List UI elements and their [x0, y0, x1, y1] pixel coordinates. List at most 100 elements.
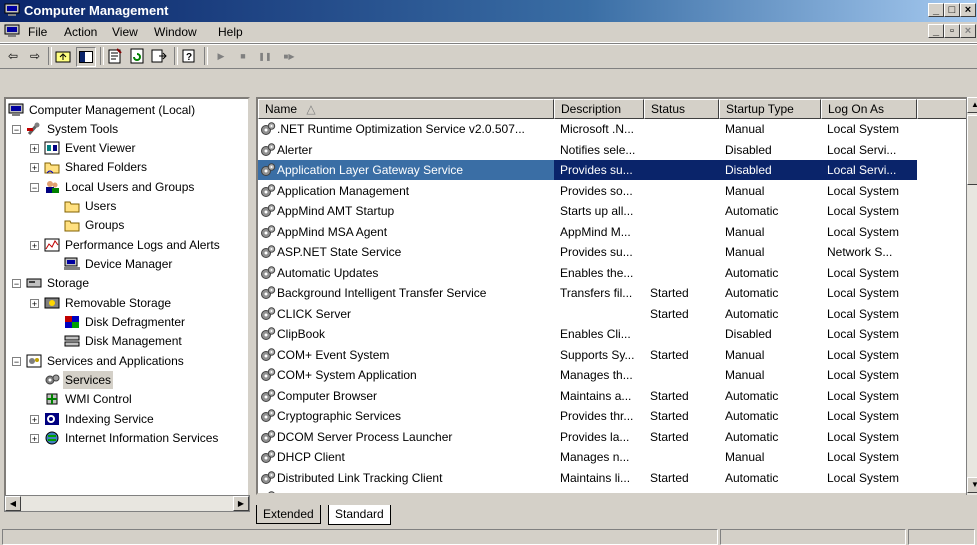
doc-close-button[interactable]: × — [960, 24, 976, 38]
column-header-startup-type[interactable]: Startup Type — [719, 99, 821, 119]
menu-action[interactable]: Action — [64, 25, 97, 39]
scroll-up-icon[interactable]: ▲ — [967, 97, 977, 113]
service-row[interactable]: ASP.NET State Service Provides su... Manua… — [258, 242, 938, 262]
list-vertical-scrollbar[interactable]: ▲ ▼ — [966, 97, 977, 495]
cell-logon: Local Servi... — [821, 160, 917, 180]
service-row[interactable]: DHCP Client Manages n... Manual Local Syste… — [258, 447, 938, 467]
back-button[interactable]: ⇦ — [4, 47, 22, 65]
document-system-icon[interactable] — [4, 24, 20, 38]
column-header-log-on-as[interactable]: Log On As — [821, 99, 917, 119]
cell-desc: Maintains li... — [560, 470, 631, 485]
expand-icon[interactable]: + — [30, 415, 39, 425]
tree-item-storage[interactable]: Storage — [26, 274, 91, 292]
column-header-description[interactable]: Description — [554, 99, 644, 119]
expand-icon[interactable]: + — [30, 299, 39, 309]
services-list[interactable]: Name △ Description Status Startup Type L… — [256, 97, 974, 495]
forward-button[interactable]: ⇨ — [26, 47, 44, 65]
tree-item-iis[interactable]: Internet Information Services — [44, 429, 220, 447]
expand-icon[interactable]: + — [30, 241, 39, 251]
tree-item-shared-folders[interactable]: Shared Folders — [44, 158, 149, 176]
scroll-down-icon[interactable]: ▼ — [967, 477, 977, 493]
service-row[interactable]: COM+ Event System Supports Sy... Started Ma… — [258, 345, 938, 365]
tree-item-removable-storage[interactable]: Removable Storage — [44, 294, 173, 312]
service-row[interactable]: Application Management Provides so... Manu… — [258, 181, 938, 201]
tree-item-services[interactable]: Services — [44, 371, 114, 389]
doc-minimize-button[interactable]: _ — [928, 24, 944, 38]
scroll-left-icon[interactable]: ◀ — [5, 496, 21, 511]
service-row[interactable]: CLICK Server Started Automatic Local System — [258, 304, 938, 324]
up-one-level-button[interactable] — [54, 47, 72, 65]
collapse-icon[interactable]: − — [12, 279, 21, 289]
tree-item-users[interactable]: Users — [64, 197, 118, 215]
menu-help[interactable]: Help — [218, 25, 243, 39]
service-row[interactable]: Computer Browser Maintains a... Started Aut… — [258, 386, 938, 406]
service-row[interactable]: Automatic Updates Enables the... Automatic… — [258, 263, 938, 283]
service-row[interactable]: .NET Runtime Optimization Service v2.0.5… — [258, 119, 938, 139]
tree-item-disk-defragmenter[interactable]: Disk Defragmenter — [64, 313, 187, 331]
service-row[interactable]: Application Layer Gateway Service Provide… — [258, 160, 938, 180]
service-row[interactable]: AppMind AMT Startup Starts up all... Autom… — [258, 201, 938, 221]
collapse-icon[interactable]: − — [12, 125, 21, 135]
tree-item-local-users-groups[interactable]: Local Users and Groups — [44, 178, 196, 196]
service-gear-icon — [261, 388, 276, 402]
tree-item-device-manager[interactable]: Device Manager — [64, 255, 174, 273]
service-row[interactable]: Distributed Link Tracking Client Maintain… — [258, 468, 938, 488]
maximize-button[interactable]: □ — [944, 3, 960, 17]
expand-icon[interactable]: + — [30, 144, 39, 154]
export-list-button[interactable] — [150, 47, 168, 65]
console-tree[interactable]: Computer Management (Local) − System Too… — [4, 97, 250, 497]
tree-item-wmi-control[interactable]: WMI Control — [44, 390, 134, 408]
show-hide-tree-button[interactable] — [76, 47, 96, 67]
pause-service-button[interactable]: ❚❚ — [256, 47, 274, 65]
stop-service-button[interactable]: ■ — [234, 47, 252, 65]
expand-icon[interactable]: + — [30, 163, 39, 173]
service-row[interactable]: AppMind MSA Agent AppMind M... Manual Local… — [258, 222, 938, 242]
cell-status — [644, 324, 719, 344]
tree-horizontal-scrollbar[interactable]: ◀ ▶ — [4, 495, 250, 512]
menu-file[interactable]: File — [28, 25, 47, 39]
cell-logon: Local System — [827, 224, 900, 239]
tree-item-groups[interactable]: Groups — [64, 216, 126, 234]
service-row[interactable]: DCOM Server Process Launcher Provides la.… — [258, 427, 938, 447]
tree-item-system-tools[interactable]: System Tools — [26, 120, 120, 138]
column-header-name[interactable]: Name △ — [258, 99, 554, 119]
close-button[interactable]: × — [960, 3, 976, 17]
scroll-right-icon[interactable]: ▶ — [233, 496, 249, 511]
minimize-button[interactable]: _ — [928, 3, 944, 17]
service-row[interactable]: Distributed Transaction Coordinator Coord… — [258, 488, 938, 493]
service-gear-icon — [261, 409, 276, 422]
service-row[interactable]: Cryptographic Services Provides thr... Sta… — [258, 406, 938, 426]
service-gear-icon — [261, 470, 276, 484]
tab-extended[interactable]: Extended — [256, 505, 321, 524]
tree-item-computer-management[interactable]: Computer Management (Local) — [8, 101, 197, 119]
tree-item-performance-logs[interactable]: Performance Logs and Alerts — [44, 236, 222, 254]
menu-view[interactable]: View — [112, 25, 138, 39]
restart-service-button[interactable]: ■▶ — [280, 47, 298, 65]
column-header-status[interactable]: Status — [644, 99, 719, 119]
expand-icon[interactable]: + — [30, 434, 39, 444]
service-row[interactable]: COM+ System Application Manages th... Manu… — [258, 365, 938, 385]
service-row[interactable]: Alerter Notifies sele... Disabled Local Ser… — [258, 140, 938, 160]
cell-name: Distributed Link Tracking Client — [258, 468, 554, 488]
collapse-icon[interactable]: − — [30, 183, 39, 193]
title-bar[interactable]: Computer Management _ □ × — [0, 0, 977, 22]
menu-window[interactable]: Window — [154, 25, 197, 39]
tree-item-disk-management[interactable]: Disk Management — [64, 332, 184, 350]
collapse-icon[interactable]: − — [12, 357, 21, 367]
doc-restore-button[interactable]: ▫ — [944, 24, 960, 38]
tree-item-event-viewer[interactable]: Event Viewer — [44, 139, 137, 157]
cell-startup: Disabled — [725, 142, 772, 157]
service-row[interactable]: ClipBook Enables Cli... Disabled Local Syst… — [258, 324, 938, 344]
tree-item-services-and-applications[interactable]: Services and Applications — [26, 352, 186, 370]
help-button[interactable]: ? — [180, 47, 198, 65]
cell-status — [644, 365, 719, 385]
scrollbar-thumb[interactable] — [967, 115, 977, 185]
service-row[interactable]: Background Intelligent Transfer Service T… — [258, 283, 938, 303]
properties-button[interactable] — [106, 47, 124, 65]
cell-desc: Manages n... — [560, 450, 630, 464]
tab-standard[interactable]: Standard — [328, 505, 391, 525]
status-bar — [0, 527, 977, 545]
tree-item-indexing-service[interactable]: Indexing Service — [44, 410, 156, 428]
start-service-button[interactable]: ▶ — [212, 47, 230, 65]
refresh-button[interactable] — [128, 47, 146, 65]
